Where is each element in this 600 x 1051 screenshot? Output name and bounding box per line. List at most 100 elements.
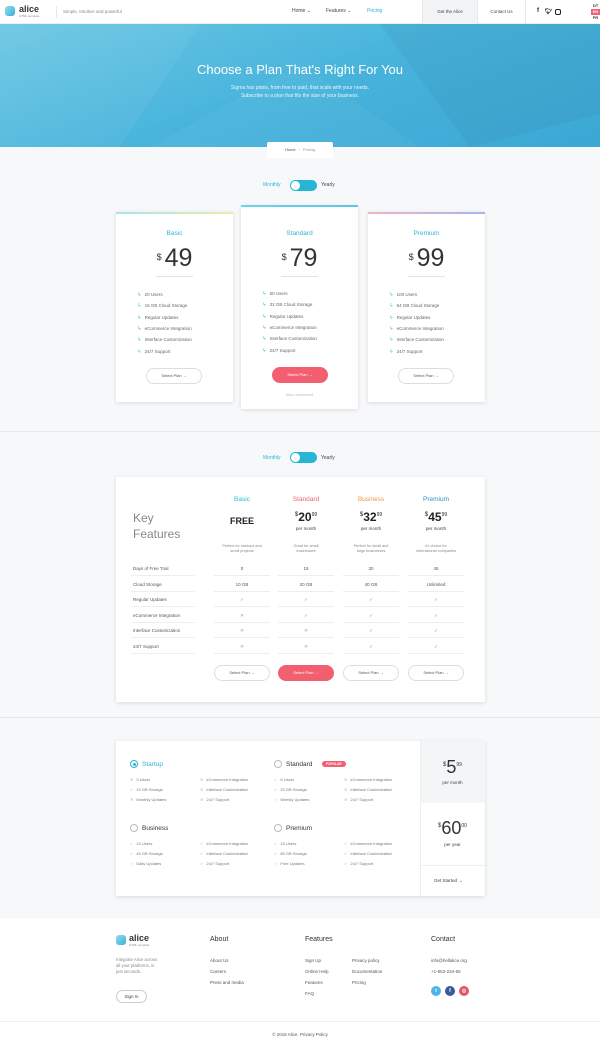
- twitter-icon[interactable]: 🐦︎: [545, 8, 553, 15]
- footer-phone[interactable]: +1-853-234-65: [431, 969, 461, 974]
- footer-link-features[interactable]: Features: [305, 980, 323, 985]
- footer-link-careers[interactable]: Careers: [210, 969, 226, 974]
- plan-feature: ✓ 10 Users: [130, 841, 152, 846]
- compare-select-plan-button[interactable]: Select Plan →: [214, 665, 270, 681]
- breadcrumb-home[interactable]: Home: [285, 147, 296, 152]
- bolt-icon: ϟ: [390, 337, 393, 344]
- feature-mark: ✓: [130, 787, 134, 792]
- feature-mark: ✕: [200, 797, 204, 802]
- instagram-icon[interactable]: [555, 9, 561, 15]
- premium-select-plan-button[interactable]: Select Plan →: [398, 368, 454, 384]
- standard-select-plan-button[interactable]: Select Plan →: [272, 367, 328, 383]
- footer-link-online-help[interactable]: Online Help: [305, 969, 329, 974]
- plan-feature: ✕ 24/7 Support: [200, 797, 229, 802]
- basic-select-plan-button[interactable]: Select Plan →: [146, 368, 202, 384]
- toggle-yearly-label[interactable]: Yearly: [321, 182, 335, 188]
- plan-name[interactable]: Premium: [286, 825, 312, 832]
- footer-facebook-icon[interactable]: f: [445, 986, 455, 996]
- row-label: Days of Free Trial: [133, 566, 169, 571]
- plan-title: Standard: [286, 230, 313, 237]
- compare-select-plan-button[interactable]: Select Plan →: [408, 665, 464, 681]
- lang-fr[interactable]: FR: [591, 15, 600, 21]
- compare-select-plan-button[interactable]: Select Plan →: [343, 665, 399, 681]
- plan-name[interactable]: Startup: [142, 761, 163, 768]
- plan-radio[interactable]: [274, 824, 282, 832]
- footer-link-sign-up[interactable]: Sign Up: [305, 958, 321, 963]
- plan-feature: ϟ 24/7 Support: [263, 348, 295, 354]
- toggle2-yearly-label[interactable]: Yearly: [321, 455, 335, 461]
- footer-twitter-icon[interactable]: t: [431, 986, 441, 996]
- plan-feature: ✓ Interface Customization: [344, 851, 392, 856]
- compare-select-plan-button[interactable]: Select Plan →: [278, 665, 334, 681]
- billing-toggle[interactable]: [290, 180, 317, 191]
- feature-mark: ✓: [274, 777, 278, 782]
- plan-feature: ✓ 24/7 Support: [200, 861, 229, 866]
- bolt-icon: ϟ: [263, 291, 266, 297]
- feature-label: eCommerce Integration: [206, 841, 249, 846]
- feature-label: 5 Users: [280, 777, 295, 782]
- brand-name[interactable]: alice: [19, 4, 39, 14]
- feature-mark: ✕: [200, 777, 204, 782]
- footer-brand[interactable]: alice: [129, 933, 149, 943]
- column-desc-2: large businesses: [356, 549, 386, 553]
- row-divider: [131, 606, 195, 607]
- footer-link-faq[interactable]: FAQ: [305, 991, 314, 996]
- bolt-icon: ϟ: [138, 325, 141, 332]
- column-price-cents: 99: [376, 512, 383, 518]
- footer-link-press[interactable]: Press and media: [210, 980, 244, 985]
- hero-banner: Choose a Plan That's Right For You Sigma…: [0, 24, 600, 147]
- plan-feature-label: eCommerce Integration: [144, 325, 192, 331]
- plan-feature-label: eCommerce Integration: [269, 324, 317, 330]
- hero-line-1: Sigma has plans, from free to paid, that…: [230, 85, 370, 91]
- plan-name[interactable]: Standard: [286, 761, 312, 768]
- contact-us-button[interactable]: Contact Us: [478, 0, 526, 24]
- copyright: © 2018 Alice. Privacy Policy: [272, 1032, 328, 1037]
- feature-mark: ✕: [344, 797, 348, 802]
- plan-feature-label: Regular Updates: [269, 313, 304, 319]
- footer-link-privacy[interactable]: Privacy policy: [352, 958, 380, 963]
- footer-link-documentation[interactable]: Documentation: [352, 969, 382, 974]
- get-alice-button[interactable]: Get the Alice: [422, 0, 478, 24]
- billing-toggle-2[interactable]: [290, 452, 317, 463]
- footer-link-pricing[interactable]: Pricing: [352, 980, 366, 985]
- footer-email[interactable]: info@hellalice.org: [431, 958, 467, 963]
- plan-radio[interactable]: [274, 760, 282, 768]
- get-started-button[interactable]: Get Started →: [434, 878, 463, 883]
- plan-feature: ϟ Interface Customization: [263, 336, 317, 342]
- monthly-price-int: 5: [446, 757, 457, 777]
- footer-link-about-us[interactable]: About Us: [210, 958, 229, 963]
- toggle2-monthly-label[interactable]: Monthly: [263, 455, 281, 461]
- feature-mark: ✕: [344, 787, 348, 792]
- nav-pricing[interactable]: Pricing: [367, 8, 382, 14]
- row-divider: [278, 621, 334, 623]
- row-divider: [408, 590, 464, 592]
- feature-label: 40 GB Storage: [136, 851, 163, 856]
- nav-home[interactable]: Home ⌄: [292, 8, 311, 14]
- column-price-int: 45: [428, 510, 442, 524]
- recommend-note: Alice recommend: [285, 393, 314, 397]
- feature-label: 15 Users: [280, 841, 297, 846]
- plan-feature-label: 20 Users: [144, 292, 163, 297]
- plan-name[interactable]: Business: [142, 825, 168, 832]
- plan-feature: ✕ Interface Customization: [344, 787, 392, 792]
- table-cell: ✓: [369, 643, 373, 649]
- plan-currency: $: [156, 252, 162, 262]
- plan-radio[interactable]: [130, 760, 138, 768]
- feature-mark: ✕: [344, 777, 348, 782]
- column-price-cents: 99: [311, 512, 318, 518]
- plan-feature: ✕ 24/7 Support: [344, 797, 373, 802]
- footer-instagram-icon[interactable]: ◎: [459, 986, 469, 996]
- monthly-price: $599: [420, 757, 485, 778]
- plan-radio[interactable]: [130, 824, 138, 832]
- table-cell: ✓: [434, 628, 438, 633]
- nav-features[interactable]: Features ⌄: [326, 8, 351, 14]
- toggle-monthly-label[interactable]: Monthly: [263, 182, 281, 188]
- footer-logo-icon[interactable]: [116, 935, 126, 945]
- brand-logo-icon[interactable]: [5, 6, 15, 16]
- plan-feature: ϟ 24/7 Support: [138, 349, 170, 355]
- row-divider: [343, 621, 399, 623]
- facebook-icon[interactable]: f: [537, 8, 539, 14]
- plan-feature-label: Regular Updates: [144, 314, 179, 320]
- plan-feature: ϟ 64 GB Cloud Storage: [390, 303, 439, 309]
- sign-in-button[interactable]: Sign In: [116, 990, 147, 1003]
